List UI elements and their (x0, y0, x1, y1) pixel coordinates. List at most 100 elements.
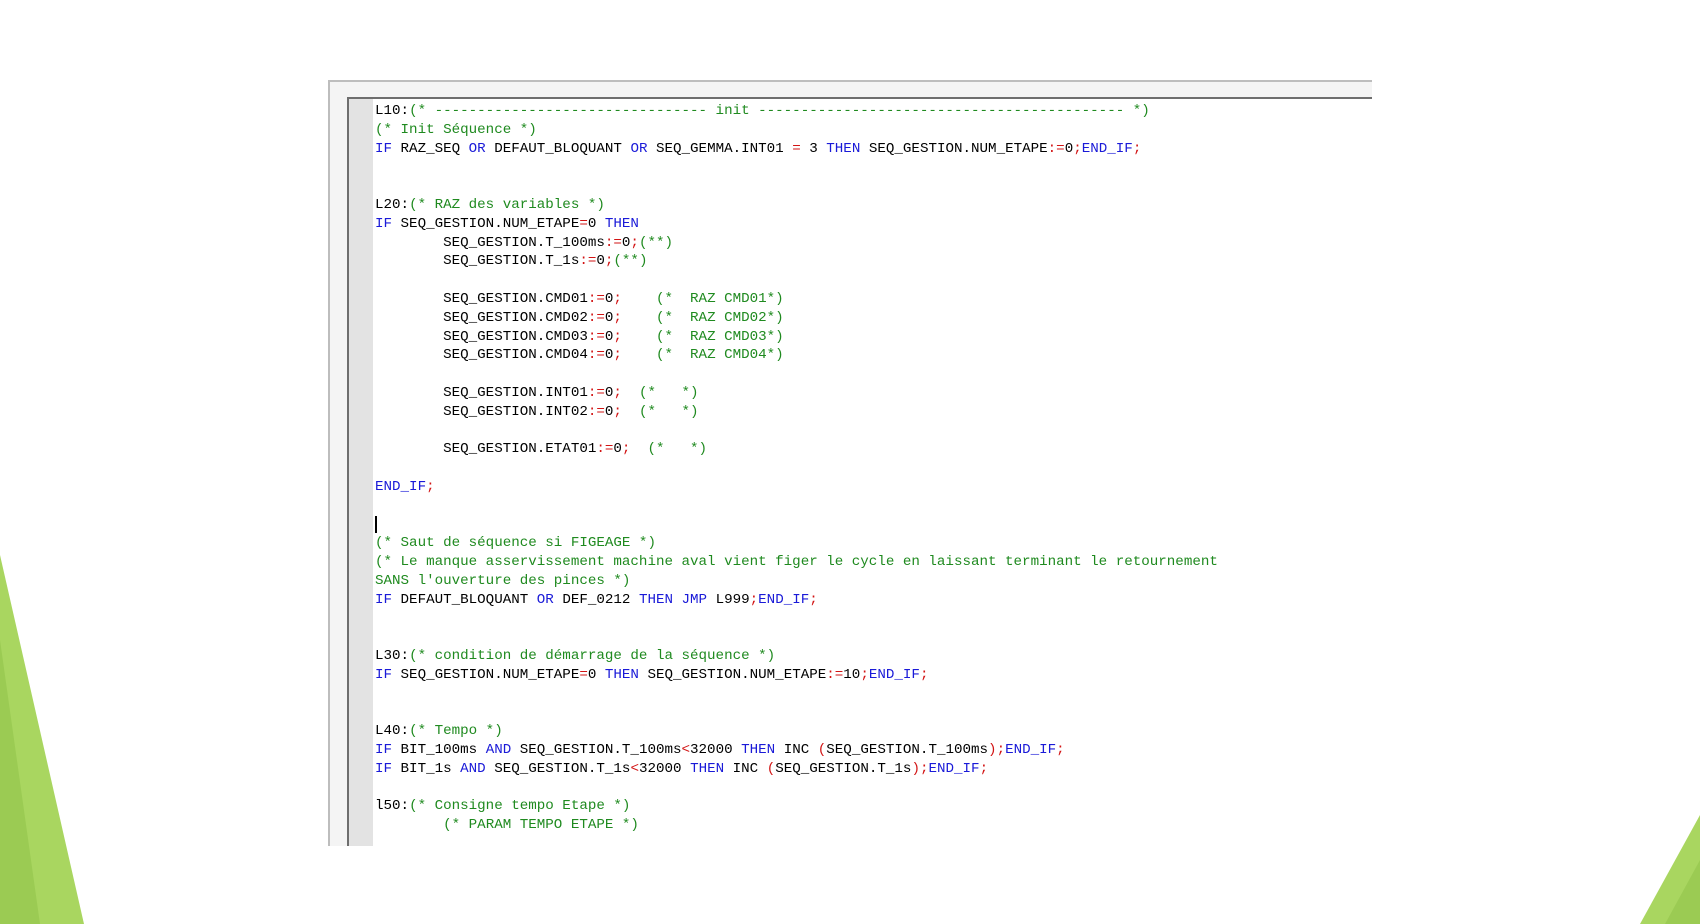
code-token: END_IF (1005, 742, 1057, 759)
code-token: SEQ_GESTION.CMD04 (375, 347, 588, 364)
code-line: (* PARAM TEMPO ETAPE *) (375, 816, 1218, 835)
code-token: ; (630, 234, 639, 251)
slide: L10:(* -------------------------------- … (0, 0, 1700, 924)
code-token: := (587, 384, 605, 401)
code-token: 32000 (638, 760, 691, 777)
code-line: SEQ_GESTION.CMD03:=0; (* RAZ CMD03*) (375, 328, 1218, 347)
code-token: (* RAZ CMD02*) (655, 309, 784, 326)
code-editor-window: L10:(* -------------------------------- … (328, 80, 1372, 846)
code-token: SEQ_GESTION.NUM_ETAPE (392, 215, 580, 232)
code-token: ; (1073, 140, 1082, 157)
code-line: (* Le manque asservissement machine aval… (375, 553, 1218, 572)
code-token: L40: (375, 723, 410, 740)
code-text-area[interactable]: L10:(* -------------------------------- … (375, 102, 1218, 835)
code-line: IF BIT_1s AND SEQ_GESTION.T_1s<32000 THE… (375, 760, 1218, 779)
code-token: BIT_100ms (392, 742, 486, 759)
code-line: L40:(* Tempo *) (375, 722, 1218, 741)
code-token: OR (468, 140, 486, 157)
code-token: INC (724, 760, 767, 777)
code-token: := (587, 290, 605, 307)
code-token: ; (860, 666, 869, 683)
code-token: ) (988, 742, 997, 759)
code-line: IF SEQ_GESTION.NUM_ETAPE=0 THEN SEQ_GEST… (375, 666, 1218, 685)
code-token: SEQ_GESTION.ETAT01 (375, 441, 597, 458)
code-token: = (792, 140, 801, 157)
code-editor-pane[interactable]: L10:(* -------------------------------- … (347, 97, 1372, 846)
code-line: SEQ_GESTION.CMD01:=0; (* RAZ CMD01*) (375, 290, 1218, 309)
code-token: (* RAZ CMD01*) (655, 290, 784, 307)
code-line: IF DEFAUT_BLOQUANT OR DEF_0212 THEN JMP … (375, 591, 1218, 610)
code-token: (* -------------------------------- init… (409, 103, 1150, 119)
code-token: SEQ_GESTION.INT01 (375, 384, 588, 401)
code-token: 0 (613, 441, 622, 458)
code-token: ; (996, 742, 1006, 759)
code-token: 3 (800, 140, 827, 157)
code-token: SEQ_GESTION.CMD01 (375, 290, 588, 307)
code-token: < (681, 742, 691, 759)
code-token: IF (375, 742, 393, 759)
code-token: ( (766, 760, 776, 777)
code-token: l50: (375, 798, 410, 815)
code-token: ; (613, 347, 622, 364)
code-token: := (579, 253, 597, 270)
code-token: SEQ_GESTION.NUM_ETAPE (392, 666, 580, 683)
code-token: (**) (613, 253, 648, 270)
code-token: (* PARAM TEMPO ETAPE *) (443, 817, 639, 834)
code-token: DEFAUT_BLOQUANT (392, 591, 537, 608)
code-token: SANS l'ouverture des pinces *) (375, 572, 631, 589)
code-token: ; (919, 666, 929, 683)
code-token: IF (375, 666, 393, 683)
code-token: ; (426, 478, 435, 495)
code-token: RAZ_SEQ (392, 140, 469, 157)
code-token: < (630, 760, 639, 777)
code-token: SEQ_GESTION.T_1s (775, 760, 912, 777)
code-token: SEQ_GESTION.CMD03 (375, 328, 588, 345)
code-token: OR (536, 591, 554, 608)
code-token: (* condition de démarrage de la séquence… (409, 648, 776, 665)
code-token: IF (375, 760, 393, 777)
code-token: END_IF (1081, 140, 1133, 157)
code-token: SEQ_GESTION.NUM_ETAPE (638, 666, 827, 683)
code-token: AND (460, 760, 486, 777)
code-token: L10: (375, 103, 410, 119)
code-token: THEN (604, 666, 639, 683)
code-line: END_IF; (375, 478, 1218, 497)
code-line: (* Init Séquence *) (375, 121, 1218, 140)
code-token: L999 (707, 591, 750, 608)
code-token: INC (775, 742, 818, 759)
code-line: (* Saut de séquence si FIGEAGE *) (375, 534, 1218, 553)
code-token: ) (911, 760, 920, 777)
code-token: END_IF (375, 478, 427, 495)
code-token: (**) (638, 234, 673, 251)
code-token: DEFAUT_BLOQUANT (485, 140, 631, 157)
code-token: SEQ_GESTION.INT02 (375, 403, 588, 420)
code-token: ; (1056, 742, 1065, 759)
code-token: ( (817, 742, 827, 759)
code-line (375, 515, 1218, 535)
code-token: := (604, 234, 622, 251)
code-token: THEN (741, 742, 776, 759)
code-token: SEQ_GESTION.T_100ms (511, 742, 682, 759)
code-token: END_IF (868, 666, 920, 683)
code-token: IF (375, 591, 393, 608)
code-token: SEQ_GESTION.T_1s (485, 760, 631, 777)
code-line: L20:(* RAZ des variables *) (375, 196, 1218, 215)
code-token: SEQ_GESTION.T_1s (375, 253, 580, 270)
code-token: (* Tempo *) (409, 723, 503, 740)
code-token: END_IF (928, 760, 980, 777)
